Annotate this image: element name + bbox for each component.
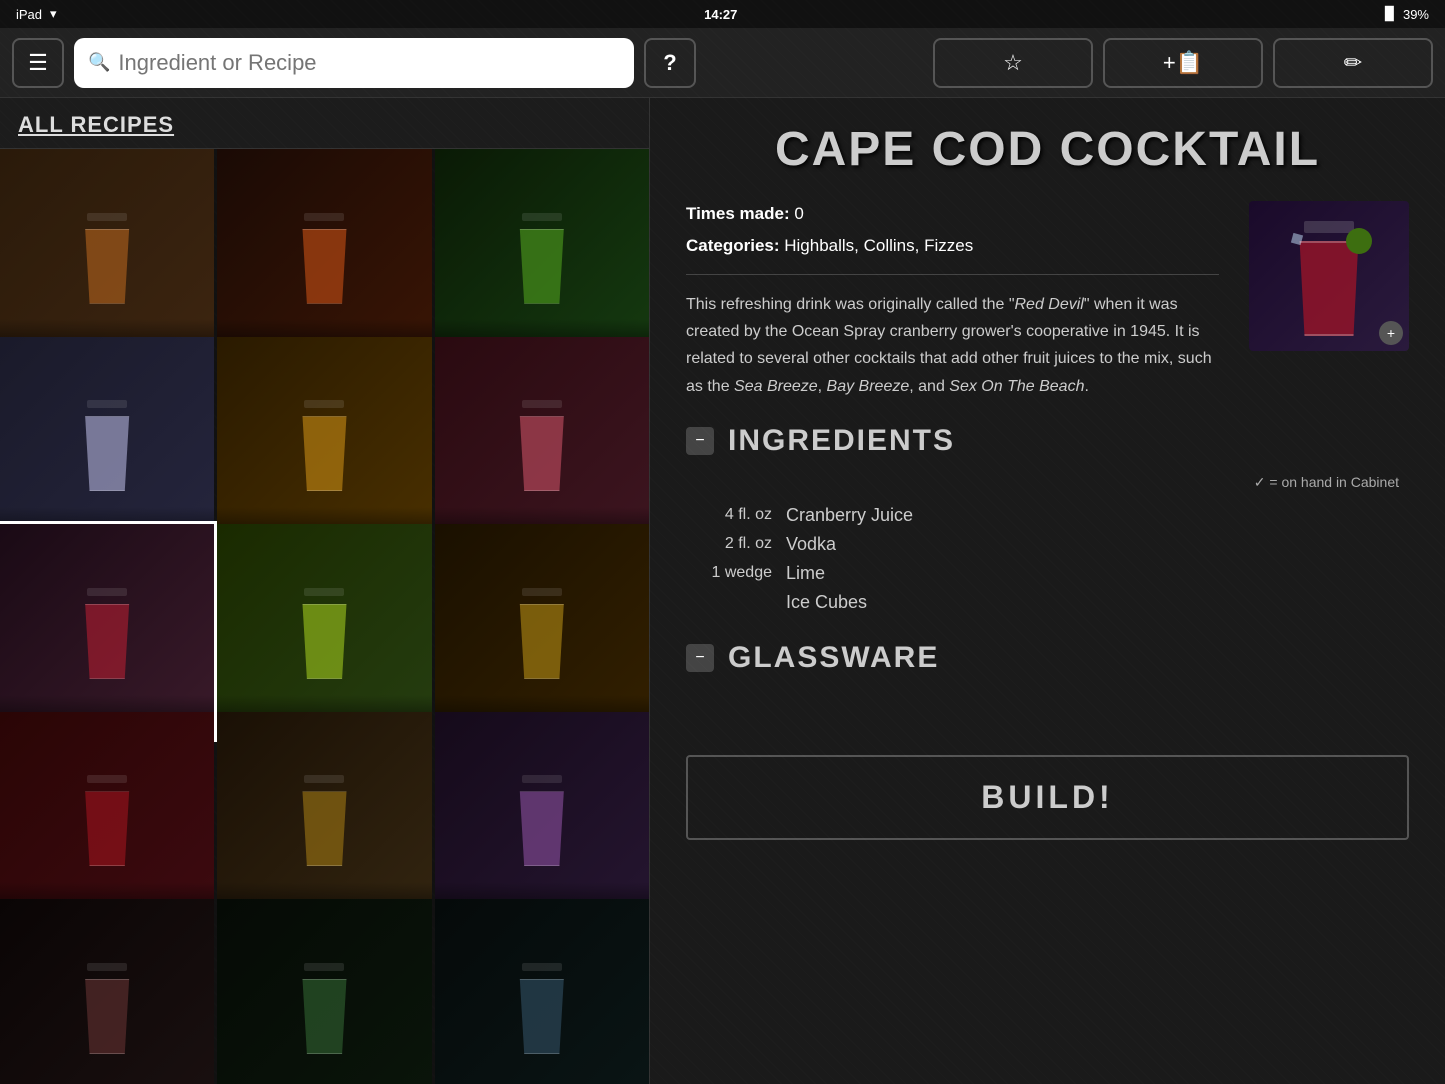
recipe-meta-text: Times made: 0 Categories: Highballs, Col… [686, 201, 1219, 400]
recipe-card-caipirinha[interactable]: CAIPIRINHA [435, 149, 649, 363]
ingredient-amount: 4 fl. oz [686, 506, 786, 524]
glassware-section-title: GLASSWARE [728, 641, 939, 675]
add-list-icon: +📋 [1163, 50, 1203, 76]
recipe-card-bottom2[interactable] [217, 899, 431, 1084]
ingredient-name: Ice Cubes [786, 592, 867, 613]
recipe-card-bottom1[interactable] [0, 899, 214, 1084]
categories-line: Categories: Highballs, Collins, Fizzes [686, 233, 1219, 259]
battery-icon: ▉ [1385, 6, 1395, 22]
ingredient-name: Lime [786, 563, 825, 584]
help-label: ? [663, 50, 676, 76]
on-hand-note: ✓ = on hand in Cabinet [686, 474, 1409, 491]
add-to-list-button[interactable]: +📋 [1103, 38, 1263, 88]
toggle-icon: − [695, 432, 704, 450]
favorite-button[interactable]: ☆ [933, 38, 1093, 88]
times-made-label: Times made: [686, 204, 794, 223]
recipe-card-chokehold[interactable]: CHOKEHOLD [217, 712, 431, 926]
recipe-card-cape-breeze[interactable]: CAPE BREEZE [435, 337, 649, 551]
search-bar[interactable]: 🔍 [74, 38, 634, 88]
toolbar-right-buttons: ☆ +📋 ✏ [933, 38, 1433, 88]
status-time: 14:27 [704, 7, 737, 22]
categories-label: Categories: [686, 236, 784, 255]
ingredients-section-title: INGREDIENTS [728, 424, 955, 458]
left-panel: ALL RECIPES BUSTER BROWN CABLE CAR CAIPI… [0, 98, 650, 1084]
glassware-content [686, 691, 1409, 731]
status-left: iPad ▾ [16, 6, 57, 22]
recipe-title: CAPE COD COCKTAIL [686, 122, 1409, 177]
help-button[interactable]: ? [644, 38, 696, 88]
recipe-card-chrysanthemum[interactable]: CHRYSANTHEMUM [435, 712, 649, 926]
glassware-toggle[interactable]: − [686, 644, 714, 672]
recipe-card-caipiroska[interactable]: CAIPIROSKA [0, 337, 214, 551]
thumbnail-add-button[interactable]: + [1379, 321, 1403, 345]
glassware-toggle-icon: − [695, 649, 704, 667]
battery-level: 39% [1403, 7, 1429, 22]
ingredients-list: 4 fl. oz Cranberry Juice2 fl. oz Vodka1 … [686, 501, 1409, 617]
categories-value: Highballs, Collins, Fizzes [784, 236, 973, 255]
recipe-card-cable-car[interactable]: CABLE CAR [217, 149, 431, 363]
recipe-card-buster-brown[interactable]: BUSTER BROWN [0, 149, 214, 363]
meta-separator [686, 274, 1219, 275]
toolbar: ☰ 🔍 ? ☆ +📋 ✏ [0, 28, 1445, 98]
ipad-label: iPad [16, 7, 42, 22]
ingredients-toggle[interactable]: − [686, 427, 714, 455]
main-content: ALL RECIPES BUSTER BROWN CABLE CAR CAIPI… [0, 98, 1445, 1084]
menu-icon: ☰ [28, 50, 48, 76]
times-made-value: 0 [794, 204, 803, 223]
ingredient-name: Vodka [786, 534, 836, 555]
right-panel: CAPE COD COCKTAIL Times made: 0 Categori… [650, 98, 1445, 1084]
recipe-meta: Times made: 0 Categories: Highballs, Col… [686, 201, 1409, 400]
recipe-card-caramel-appletini[interactable]: CARAMEL APPLETINI [217, 524, 431, 738]
recipe-card-art-bottom2 [217, 899, 431, 1084]
edit-button[interactable]: ✏ [1273, 38, 1433, 88]
times-made-line: Times made: 0 [686, 201, 1219, 227]
recipe-card-choke-artist[interactable]: CHOKE ARTIST [0, 712, 214, 926]
status-bar: iPad ▾ 14:27 ▉ 39% [0, 0, 1445, 28]
favorite-icon: ☆ [1003, 50, 1023, 76]
recipe-card-art-bottom3 [435, 899, 649, 1084]
ingredient-row: 1 wedge Lime [686, 559, 1409, 588]
recipe-card-bottom3[interactable] [435, 899, 649, 1084]
recipe-grid: BUSTER BROWN CABLE CAR CAIPIRINHA CAIPIR… [0, 149, 649, 1084]
ingredient-row: Ice Cubes [686, 588, 1409, 617]
search-input[interactable] [118, 50, 620, 76]
build-button[interactable]: BUILD! [686, 755, 1409, 840]
edit-icon: ✏ [1344, 50, 1362, 76]
recipe-card-camerons-kick[interactable]: CAMERON'S KICK [217, 337, 431, 551]
list-header: ALL RECIPES [0, 98, 649, 149]
wifi-icon: ▾ [50, 6, 57, 22]
recipe-thumbnail: + [1249, 201, 1409, 351]
all-recipes-heading: ALL RECIPES [18, 112, 631, 138]
ingredient-amount: 1 wedge [686, 564, 786, 582]
ingredient-amount: 2 fl. oz [686, 535, 786, 553]
recipe-description: This refreshing drink was originally cal… [686, 291, 1219, 400]
ingredient-row: 4 fl. oz Cranberry Juice [686, 501, 1409, 530]
recipe-card-art-bottom1 [0, 899, 214, 1084]
menu-button[interactable]: ☰ [12, 38, 64, 88]
recipe-card-cape-cod[interactable]: CAPE COD COCKTAIL [0, 524, 214, 738]
ingredients-section-header: − INGREDIENTS [686, 424, 1409, 458]
ingredient-name: Cranberry Juice [786, 505, 913, 526]
status-right: ▉ 39% [1385, 6, 1429, 22]
glassware-section-header: − GLASSWARE [686, 641, 1409, 675]
recipe-card-caribou-lou[interactable]: CARIBOU LOU [435, 524, 649, 738]
ingredient-row: 2 fl. oz Vodka [686, 530, 1409, 559]
search-icon: 🔍 [88, 52, 110, 73]
